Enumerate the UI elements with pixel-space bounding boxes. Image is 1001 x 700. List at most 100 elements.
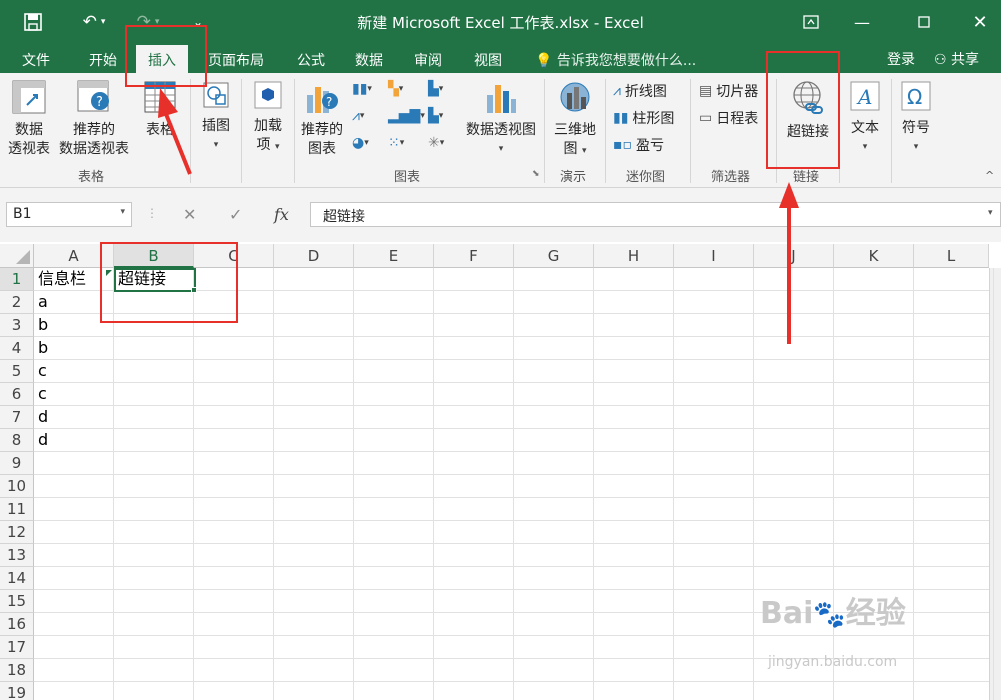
formula-input[interactable]: 超链接 (310, 202, 1001, 227)
row-header-7[interactable]: 7 (0, 406, 34, 429)
share-button[interactable]: ⚇ 共享 (934, 49, 979, 69)
row-header-6[interactable]: 6 (0, 383, 34, 406)
row-header-15[interactable]: 15 (0, 590, 34, 613)
select-all-button[interactable] (0, 244, 34, 268)
column-header-f[interactable]: F (434, 244, 514, 268)
illustrations-label: 插图 (202, 118, 230, 134)
annotation-arrow-up (779, 182, 799, 344)
3d-map-label-2: 图 ▾ (563, 141, 587, 157)
tab-view[interactable]: 视图 (474, 50, 502, 70)
collapse-ribbon-icon[interactable]: ^ (985, 169, 994, 182)
timeline-button[interactable]: ▭ 日程表 (699, 108, 758, 128)
name-box[interactable]: B1 ▾ (6, 202, 132, 227)
row-header-11[interactable]: 11 (0, 498, 34, 521)
baidu-watermark: Bai🐾经验 (760, 596, 906, 631)
annotation-arrow-up (158, 88, 192, 175)
tab-home[interactable]: 开始 (89, 50, 117, 70)
column-header-d[interactable]: D (274, 244, 354, 268)
tab-page-layout[interactable]: 页面布局 (208, 50, 264, 70)
grid-line (34, 520, 989, 521)
row-header-2[interactable]: 2 (0, 291, 34, 314)
3d-map-button[interactable]: 三维地 图 ▾ (548, 79, 602, 161)
cancel-icon[interactable]: ✕ (183, 205, 196, 224)
ribbon-display-icon[interactable] (791, 6, 831, 38)
cell-a6[interactable]: c (34, 383, 47, 405)
baidu-watermark-url: jingyan.baidu.com (768, 654, 898, 670)
row-header-13[interactable]: 13 (0, 544, 34, 567)
ribbon-separator (241, 79, 242, 183)
insert-function-icon[interactable]: fx (274, 205, 289, 224)
row-header-10[interactable]: 10 (0, 475, 34, 498)
illustrations-button[interactable]: 插图 ▾ (196, 79, 236, 155)
cell-a5[interactable]: c (34, 360, 47, 382)
row-header-5[interactable]: 5 (0, 360, 34, 383)
slicer-button[interactable]: ▤ 切片器 (699, 81, 758, 101)
waterfall-chart-button[interactable]: ▙ ▾ (428, 81, 443, 97)
column-chart-button[interactable]: ▮▮ ▾ (352, 81, 372, 97)
column-header-k[interactable]: K (834, 244, 914, 268)
enter-icon[interactable]: ✓ (229, 205, 242, 224)
row-header-18[interactable]: 18 (0, 659, 34, 682)
row-header-14[interactable]: 14 (0, 567, 34, 590)
column-header-i[interactable]: I (674, 244, 754, 268)
tell-me-search[interactable]: 💡 告诉我您想要做什么... (535, 50, 696, 70)
row-header-3[interactable]: 3 (0, 314, 34, 337)
pie-chart-button[interactable]: ◕ ▾ (352, 135, 369, 151)
annotation-box-insert-tab (125, 25, 207, 87)
column-header-e[interactable]: E (354, 244, 434, 268)
row-header-8[interactable]: 8 (0, 429, 34, 452)
cell-a1[interactable]: 信息栏 (34, 268, 86, 290)
svg-text:Ω: Ω (907, 85, 922, 109)
pivot-chart-button[interactable]: 数据透视图 ▾ (462, 79, 540, 159)
grid-line (34, 428, 989, 429)
sparkline-line-button[interactable]: ⩘ 折线图 (613, 81, 667, 101)
scatter-chart-button[interactable]: ⁙ ▾ (388, 135, 404, 151)
tab-data[interactable]: 数据 (355, 50, 383, 70)
row-header-9[interactable]: 9 (0, 452, 34, 475)
group-filters-label: 筛选器 (711, 170, 751, 185)
recommended-pivot-button[interactable]: ? 推荐的 数据透视表 (56, 79, 132, 159)
column-header-g[interactable]: G (514, 244, 594, 268)
cell-a3[interactable]: b (34, 314, 48, 336)
minimize-icon[interactable]: — (842, 6, 882, 38)
row-header-4[interactable]: 4 (0, 337, 34, 360)
recommended-charts-button[interactable]: ? 推荐的 图表 (298, 79, 346, 159)
vertical-scrollbar[interactable] (989, 268, 1001, 700)
addins-button[interactable]: 加载 项 ▾ (246, 79, 290, 157)
tab-review[interactable]: 审阅 (414, 50, 442, 70)
radar-chart-button[interactable]: ✳ ▾ (428, 135, 444, 151)
person-add-icon: ⚇ (934, 52, 947, 68)
pivot-table-button[interactable]: 数据 透视表 (6, 79, 52, 159)
column-header-l[interactable]: L (914, 244, 989, 268)
text-button[interactable]: A 文本 ▾ (843, 79, 887, 157)
login-link[interactable]: 登录 (887, 49, 915, 69)
row-header-16[interactable]: 16 (0, 613, 34, 636)
statistic-chart-button[interactable]: ▂▅▇ ▾ (388, 108, 425, 124)
cell-a2[interactable]: a (34, 291, 48, 313)
tab-formulas[interactable]: 公式 (297, 50, 325, 70)
expand-formula-icon[interactable]: ▾ (988, 208, 993, 218)
ribbon-separator (605, 79, 606, 183)
hierarchy-chart-button[interactable]: ▚ ▾ (388, 81, 403, 97)
row-header-19[interactable]: 19 (0, 682, 34, 700)
dialog-launcher-icon[interactable]: ⬊ (532, 169, 540, 179)
hierarchy-chart-icon: ▚ (388, 81, 399, 97)
column-header-h[interactable]: H (594, 244, 674, 268)
grid-line (34, 566, 989, 567)
maximize-icon[interactable] (904, 6, 944, 38)
combo-chart-button[interactable]: ▙ ▾ (428, 108, 443, 124)
group-tables-label: 表格 (78, 170, 105, 185)
row-header-1[interactable]: 1 (0, 268, 34, 291)
symbol-button[interactable]: Ω 符号 ▾ (894, 79, 938, 157)
row-header-17[interactable]: 17 (0, 636, 34, 659)
close-icon[interactable]: ✕ (960, 6, 1000, 38)
cell-a4[interactable]: b (34, 337, 48, 359)
line-chart-button[interactable]: ⩘ ▾ (352, 108, 364, 124)
sparkline-column-button[interactable]: ▮▮ 柱形图 (613, 108, 674, 128)
sparkline-winloss-button[interactable]: ▪▫ 盈亏 (613, 135, 664, 155)
cell-a7[interactable]: d (34, 406, 48, 428)
chevron-down-icon[interactable]: ▾ (120, 207, 125, 217)
tab-file[interactable]: 文件 (22, 50, 50, 70)
row-header-12[interactable]: 12 (0, 521, 34, 544)
cell-a8[interactable]: d (34, 429, 48, 451)
